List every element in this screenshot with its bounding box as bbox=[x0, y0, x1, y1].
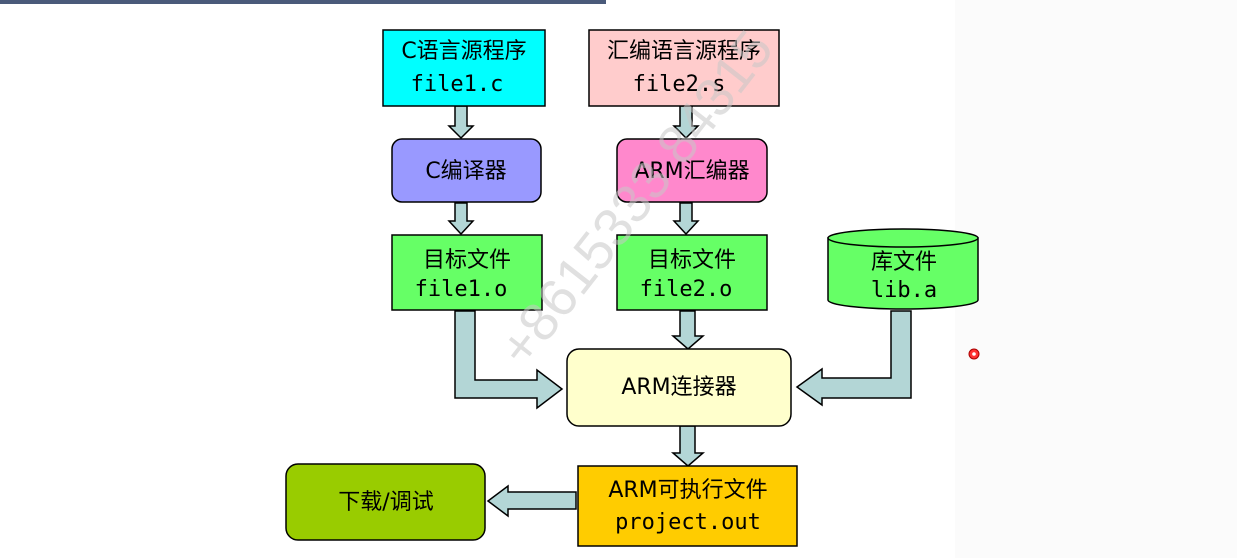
download-label: 下载/调试 bbox=[338, 490, 433, 515]
c-source-file: file1.c bbox=[411, 72, 504, 97]
linker-label: ARM连接器 bbox=[621, 375, 736, 400]
obj2-node: 目标文件 file2.o bbox=[616, 234, 768, 311]
obj2-title: 目标文件 bbox=[648, 248, 736, 273]
c-source-title: C语言源程序 bbox=[401, 39, 526, 64]
toolchain-diagram: C语言源程序 file1.c 汇编语言源程序 file2.s C编译器 ARM汇… bbox=[285, 20, 980, 547]
linker-node: ARM连接器 bbox=[566, 348, 792, 427]
arrow-linker-to-executable bbox=[670, 425, 706, 467]
arrow-c-source-to-compiler bbox=[447, 105, 475, 140]
obj2-file: file2.o bbox=[640, 277, 733, 302]
download-node: 下载/调试 bbox=[285, 463, 486, 541]
c-compiler-node: C编译器 bbox=[391, 138, 542, 203]
c-compiler-label: C编译器 bbox=[425, 159, 506, 184]
laser-pointer-dot-center bbox=[972, 352, 976, 356]
lib-cylinder-top bbox=[827, 228, 979, 248]
arrow-obj2-to-linker bbox=[670, 310, 706, 350]
arrow-executable-to-download bbox=[486, 484, 577, 518]
obj1-file: file1.o bbox=[415, 277, 508, 302]
obj1-title: 目标文件 bbox=[423, 248, 511, 273]
arrow-assembler-to-obj2 bbox=[672, 202, 700, 236]
arrow-compiler-to-obj1 bbox=[447, 202, 475, 236]
executable-file: project.out bbox=[615, 510, 761, 535]
executable-node: ARM可执行文件 project.out bbox=[577, 465, 798, 547]
lib-node: 库文件 lib.a bbox=[827, 228, 979, 310]
lib-file: lib.a bbox=[871, 278, 937, 303]
lib-title: 库文件 bbox=[871, 250, 937, 275]
executable-title: ARM可执行文件 bbox=[608, 478, 767, 503]
c-source-node: C语言源程序 file1.c bbox=[382, 29, 546, 107]
arrow-lib-to-linker bbox=[795, 310, 912, 407]
